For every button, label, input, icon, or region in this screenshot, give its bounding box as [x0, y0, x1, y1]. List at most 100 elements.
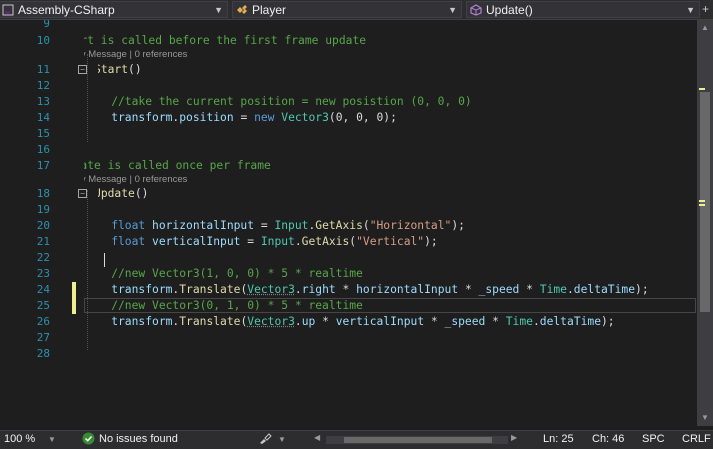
code-text[interactable]: //new Vector3(0, 1, 0) * 5 * realtime [84, 298, 363, 314]
code-token: void [60, 63, 95, 76]
collapse-icon[interactable]: − [78, 65, 87, 74]
zoom-level[interactable]: 100 % [4, 433, 35, 445]
code-token: * [519, 283, 540, 296]
code-token: //take the current position = new posist… [84, 95, 472, 108]
line-number: 9 [43, 20, 50, 30]
horizontal-scrollbar[interactable]: ◀ ▶ [314, 433, 520, 444]
chevron-down-icon[interactable]: ▼ [278, 435, 286, 444]
code-line[interactable]: 9 [0, 20, 697, 32]
code-line[interactable]: 19{ [0, 202, 697, 218]
code-text[interactable]: transform.Translate(Vector3.up * vertica… [84, 314, 614, 330]
code-text[interactable]: void Update() [60, 186, 149, 202]
code-text[interactable]: float horizontalInput = Input.GetAxis("H… [84, 218, 465, 234]
line-number: 12 [36, 79, 50, 92]
code-line[interactable]: 20 float horizontalInput = Input.GetAxis… [0, 218, 697, 234]
line-ending-indicator[interactable]: CRLF [682, 433, 711, 445]
code-token: Input [274, 219, 309, 232]
vertical-scroll-thumb[interactable] [700, 92, 710, 312]
line-number: 19 [36, 203, 50, 216]
mouse-ibeam-cursor [104, 253, 105, 267]
column-indicator[interactable]: Ch: 46 [592, 433, 624, 445]
scroll-left-icon[interactable]: ◀ [314, 433, 320, 442]
project-dropdown[interactable]: Assembly-CSharp ▼ [0, 1, 228, 18]
code-token: ); [424, 235, 438, 248]
code-line[interactable]: 15} [0, 126, 697, 142]
code-token: Update is called once per frame [60, 159, 271, 172]
code-text[interactable]: void Start() [60, 62, 142, 78]
code-token: . [566, 283, 574, 296]
scroll-up-icon[interactable]: ▲ [697, 20, 713, 36]
code-token: * [315, 315, 336, 328]
code-token: Vector3 [281, 111, 329, 124]
codelens-text[interactable]: Unity Message | 0 references [84, 174, 187, 186]
chevron-down-icon[interactable]: ▼ [48, 435, 56, 444]
code-line[interactable]: 27} [0, 330, 697, 346]
code-token: _speed [444, 315, 486, 328]
chevron-down-icon: ▼ [448, 5, 457, 15]
code-line[interactable]: 14 transform.position = new Vector3(0, 0… [0, 110, 697, 126]
codelens-text[interactable]: Unity Message | 0 references [84, 49, 187, 61]
issues-status[interactable]: No issues found [99, 433, 178, 445]
line-number: 27 [36, 331, 50, 344]
code-token: verticalInput [152, 235, 241, 248]
code-token: Translate [179, 283, 241, 296]
spacing-indicator[interactable]: SPC [642, 433, 665, 445]
code-token: GetAxis [315, 219, 363, 232]
brush-icon[interactable] [258, 432, 272, 448]
code-token: void [60, 187, 95, 200]
code-editor[interactable]: 9 10 Start is called before the first fram… [0, 20, 697, 426]
code-text[interactable]: float verticalInput = Input.GetAxis("Ver… [84, 234, 438, 250]
code-token: Time [539, 283, 567, 296]
code-line[interactable]: 24 transform.Translate(Vector3.right * h… [0, 282, 697, 298]
horizontal-scroll-track[interactable] [326, 436, 508, 444]
code-token: Time [505, 315, 533, 328]
code-line[interactable]: 16 [0, 142, 697, 158]
line-indicator[interactable]: Ln: 25 [543, 433, 574, 445]
class-dropdown[interactable]: Player ▼ [232, 1, 462, 18]
line-number: 11 [36, 63, 50, 76]
code-text[interactable]: //new Vector3(1, 0, 0) * 5 * realtime [84, 266, 363, 282]
method-icon [470, 3, 482, 16]
code-token: Vector3 [247, 315, 295, 328]
code-token: * [335, 283, 357, 296]
code-token: = [233, 111, 255, 124]
line-number: 23 [36, 267, 50, 280]
code-line[interactable]: 10 Start is called before the first frame… [0, 33, 697, 49]
code-text[interactable]: transform.Translate(Vector3.right * hori… [84, 282, 649, 298]
code-token: ); [451, 219, 465, 232]
code-line[interactable]: 23 //new Vector3(1, 0, 0) * 5 * realtime [0, 266, 697, 282]
code-line[interactable]: 11 void Start() − [0, 62, 697, 78]
code-line[interactable]: 21 float verticalInput = Input.GetAxis("… [0, 234, 697, 250]
scroll-right-icon[interactable]: ▶ [511, 433, 517, 442]
code-text[interactable]: //take the current position = new posist… [84, 94, 472, 110]
code-token: ); [635, 283, 649, 296]
code-token: horizontalInput [152, 219, 255, 232]
code-text[interactable]: transform.position = new Vector3(0, 0, 0… [84, 110, 397, 126]
member-label: Update() [486, 2, 533, 17]
code-token: . [532, 315, 540, 328]
code-line[interactable]: 26 transform.Translate(Vector3.up * vert… [0, 314, 697, 330]
code-token: () [134, 187, 149, 200]
collapse-icon[interactable]: − [78, 189, 87, 198]
vertical-scrollbar[interactable]: ▲ ▼ [697, 20, 713, 426]
code-token: Start is called before the first frame u… [60, 34, 367, 47]
member-dropdown[interactable]: Update() ▼ [466, 1, 700, 18]
code-line[interactable]: 18 void Update() − [0, 186, 697, 202]
code-token: float [84, 219, 153, 232]
code-text[interactable]: Update is called once per frame [60, 158, 271, 174]
line-number: 14 [36, 111, 50, 124]
code-line[interactable]: 13 //take the current position = new pos… [0, 94, 697, 110]
code-line[interactable]: 17 Update is called once per frame [0, 158, 697, 174]
chevron-down-icon: ▼ [214, 5, 223, 15]
split-window-button[interactable]: + [702, 2, 709, 16]
scroll-down-icon[interactable]: ▼ [697, 410, 713, 426]
code-text[interactable]: Start is called before the first frame u… [60, 33, 367, 49]
horizontal-scroll-thumb[interactable] [344, 437, 492, 443]
code-token: deltaTime [539, 315, 601, 328]
code-line[interactable]: 28 [0, 346, 697, 362]
code-line[interactable]: 25 //new Vector3(0, 1, 0) * 5 * realtime [0, 298, 697, 314]
code-token: Start [94, 63, 129, 76]
code-token: _speed [478, 283, 520, 296]
code-line[interactable]: 12{ [0, 78, 697, 94]
line-number: 28 [36, 347, 50, 360]
